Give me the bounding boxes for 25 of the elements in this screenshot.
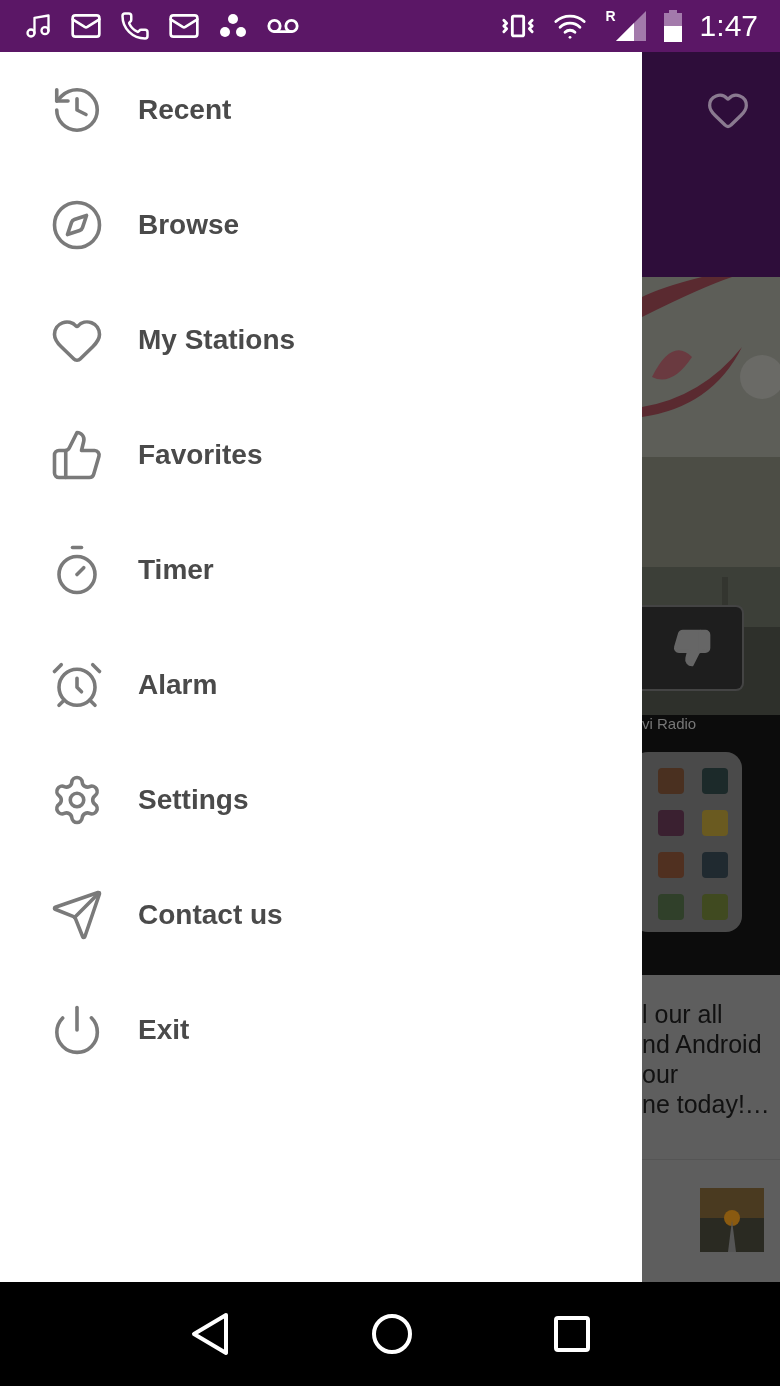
menu-item[interactable]: My Stations [0,282,642,397]
menu-item[interactable]: Recent [0,52,642,167]
description-line: l our all [642,999,724,1029]
recents-icon[interactable] [553,1316,590,1352]
battery-icon [663,10,682,42]
roaming-label: R [605,8,616,24]
menu-item[interactable]: Exit [0,972,642,1087]
dislike-button[interactable] [642,605,744,691]
back-icon[interactable] [190,1312,231,1356]
menu-item[interactable]: Settings [0,742,642,857]
station-caption: vi Radio [642,715,698,732]
clock-time: 1:47 [699,9,758,43]
menu-item[interactable]: Alarm [0,627,642,742]
menu-item[interactable]: Browse [0,167,642,282]
home-icon[interactable] [371,1313,413,1355]
description-line: ne today!… [642,1089,771,1119]
dots-icon [218,13,248,39]
signal-icon [615,11,646,41]
music-note-icon [24,12,52,40]
menu-item[interactable]: Favorites [0,397,642,512]
menu-item[interactable]: Timer [0,512,642,627]
menu-item[interactable]: Contact us [0,857,642,972]
description-line: our [642,1059,680,1089]
thumbs-down-icon [672,628,712,668]
description-line: nd Android [642,1029,763,1059]
